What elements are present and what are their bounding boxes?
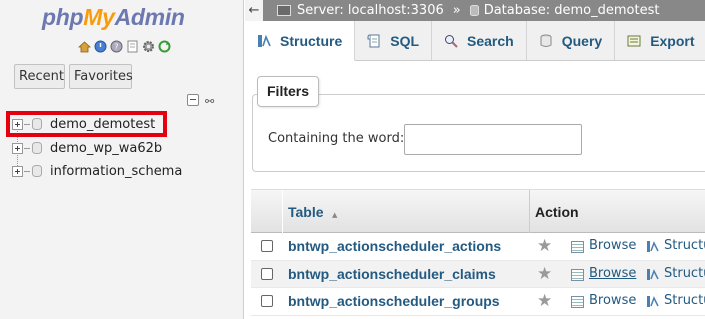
logout-icon[interactable] [94,40,107,53]
structure-icon[interactable] [646,295,660,308]
table-row: bntwp_actionscheduler_actions ★ Browse S… [251,233,705,261]
docs-icon[interactable]: ? [110,40,123,53]
structure-icon [258,34,271,47]
highlight-box [6,111,167,137]
collapse-navigation-arrow-icon[interactable]: ← [245,0,263,21]
documentation-icon[interactable] [126,40,139,53]
filter-label: Containing the word: [268,131,405,146]
server-icon [277,5,291,16]
database-icon [32,165,42,177]
database-name[interactable]: demo_wp_wa62b [50,141,162,156]
row-checkbox[interactable] [261,240,273,252]
expand-icon[interactable] [12,142,23,154]
database-name[interactable]: information_schema [50,164,182,179]
filters-legend: Filters [257,76,320,107]
search-icon [445,34,458,48]
tab-search[interactable]: Search [432,21,527,60]
navigation-panel: phpMyAdmin ? Recent Favorites ⚯ demo_dem… [0,0,244,319]
structure-icon[interactable] [646,240,660,253]
browse-link[interactable]: Browse [589,266,636,281]
database-icon [469,5,479,16]
browse-icon[interactable] [571,296,584,308]
settings-gear-icon[interactable] [142,40,155,53]
link-with-main-panel-icon[interactable]: ⚯ [205,95,214,108]
structure-link[interactable]: Structure [664,293,705,308]
sort-ascending-icon[interactable]: ▲ [332,211,337,219]
svg-text:?: ? [114,43,118,52]
structure-link[interactable]: Structure [664,266,705,281]
structure-link[interactable]: Structure [664,238,705,253]
collapse-all-icon[interactable] [187,94,199,106]
database-item-information-schema[interactable]: information_schema [12,161,182,181]
breadcrumb-server[interactable]: Server: localhost:3306 [297,3,444,18]
main-tabs: Structure SQL Search Query Export [245,21,705,61]
tab-structure[interactable]: Structure [245,21,356,61]
table-name-link[interactable]: bntwp_actionscheduler_claims [288,266,496,282]
table-row: bntwp_actionscheduler_groups ★ Browse St… [251,288,705,316]
recent-button[interactable]: Recent [14,64,65,89]
home-icon[interactable] [78,40,91,53]
query-icon [540,34,552,47]
expand-icon[interactable] [12,165,23,177]
favorites-button[interactable]: Favorites [69,64,133,89]
table-name-link[interactable]: bntwp_actionscheduler_groups [288,293,500,309]
browse-link[interactable]: Browse [589,293,636,308]
table-name-link[interactable]: bntwp_actionscheduler_actions [288,238,501,254]
phpmyadmin-logo[interactable]: phpMyAdmin [42,4,185,31]
tab-export[interactable]: Export [615,21,705,60]
tab-sql[interactable]: SQL [355,21,433,60]
export-icon [627,35,641,46]
favorite-star-icon[interactable]: ★ [537,291,552,311]
database-icon [32,142,42,154]
breadcrumb-bar: ← Server: localhost:3306 » Database: dem… [245,0,705,21]
favorite-star-icon[interactable]: ★ [537,264,552,284]
row-checkbox[interactable] [261,295,273,307]
breadcrumb-database[interactable]: Database: demo_demotest [484,3,660,18]
browse-icon[interactable] [571,241,584,253]
browse-link[interactable]: Browse [589,238,636,253]
reload-icon[interactable] [158,40,171,53]
table-row: bntwp_actionscheduler_claims ★ Browse St… [251,260,705,288]
table-header: Table ▲ Action [251,189,705,233]
row-checkbox[interactable] [261,267,273,280]
structure-icon[interactable] [646,268,660,281]
table-column-header[interactable]: Table [288,204,324,220]
tab-query[interactable]: Query [527,21,616,60]
favorite-star-icon[interactable]: ★ [537,236,552,256]
tables-list: Table ▲ Action bntwp_actionscheduler_act… [251,189,705,316]
filter-word-input[interactable] [404,124,582,155]
database-item-demo-wp-wa62b[interactable]: demo_wp_wa62b [12,138,162,158]
browse-icon[interactable] [571,268,584,281]
action-column-header: Action [535,204,579,220]
quick-icons: ? [78,40,171,53]
sql-icon [367,34,380,47]
breadcrumb-separator: » [452,3,461,18]
